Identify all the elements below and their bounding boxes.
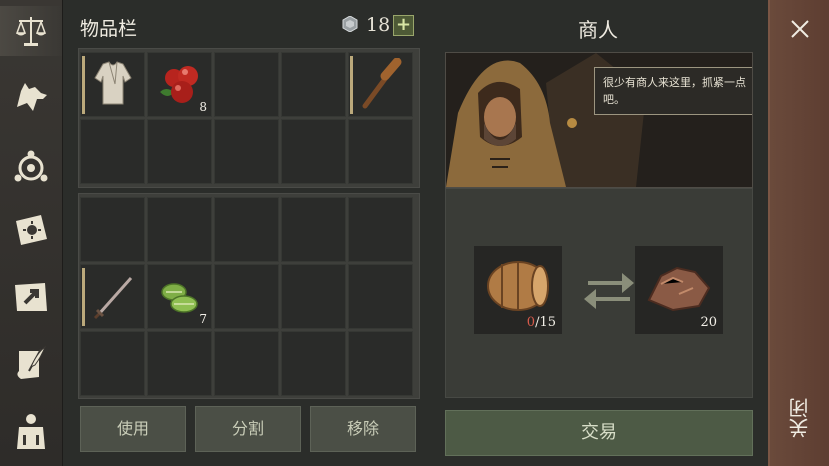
slot-empty[interactable] — [348, 331, 413, 396]
currency-count: 18 — [366, 14, 391, 36]
slot-empty[interactable] — [348, 264, 413, 329]
map-arrow-icon — [15, 283, 47, 311]
scales-icon — [15, 17, 47, 46]
slot-empty[interactable] — [281, 264, 346, 329]
slot-empty[interactable] — [281, 119, 346, 184]
nav-quests[interactable] — [6, 340, 56, 390]
split-button[interactable]: 分割 — [195, 406, 301, 452]
slot-empty[interactable] — [214, 264, 279, 329]
trade-area: 0/15 20 — [445, 188, 753, 398]
wolf-icon — [17, 83, 47, 111]
rarity-bar — [82, 268, 85, 326]
close-icon[interactable] — [789, 18, 811, 40]
nav-character[interactable] — [6, 406, 56, 456]
item-count: 8 — [199, 100, 207, 114]
swap-arrows-icon — [584, 273, 634, 309]
barrel-icon — [487, 261, 549, 311]
slot-empty[interactable] — [214, 331, 279, 396]
slot-empty[interactable] — [80, 119, 145, 184]
slot-empty[interactable] — [348, 119, 413, 184]
slot-empty[interactable] — [147, 197, 212, 262]
receive-count: 20 — [700, 315, 717, 330]
nav-creatures[interactable] — [6, 72, 56, 122]
club-icon — [362, 58, 402, 109]
armor-icon — [17, 414, 45, 449]
slot-apples[interactable]: 8 — [147, 52, 212, 117]
give-need: /15 — [535, 315, 556, 330]
inventory-title: 物品栏 — [80, 18, 138, 40]
compass-icon — [14, 150, 48, 182]
apples-icon — [160, 66, 198, 103]
nav-journal[interactable] — [6, 206, 56, 256]
nav-trade[interactable] — [0, 6, 62, 56]
nav-map[interactable] — [6, 272, 56, 322]
sun-book-icon — [16, 215, 47, 245]
inventory-grid-top: 8 — [80, 52, 416, 184]
nav-skills[interactable] — [6, 142, 56, 192]
give-count: 0/15 — [527, 315, 556, 330]
slot-empty[interactable] — [348, 197, 413, 262]
use-button[interactable]: 使用 — [80, 406, 186, 452]
remove-button[interactable]: 移除 — [310, 406, 416, 452]
merchant-speech: 很少有商人来这里，抓紧一点吧。 — [594, 67, 752, 115]
slot-empty[interactable] — [281, 197, 346, 262]
cabbage-icon — [161, 283, 198, 313]
close-sidebar[interactable]: 关闭 — [768, 0, 829, 466]
merchant-portrait: 很少有商人来这里，抓紧一点吧。 — [445, 52, 753, 188]
shirt-icon — [94, 61, 132, 105]
slot-empty[interactable] — [80, 331, 145, 396]
slot-empty[interactable] — [214, 119, 279, 184]
slot-empty[interactable] — [80, 197, 145, 262]
copper-ore-icon — [647, 266, 711, 312]
inventory-panel: 物品栏 18 + 8 7 使用 分割 移除 — [70, 0, 430, 466]
close-label[interactable]: 关闭 — [785, 398, 813, 438]
inventory-grid-bottom: 7 — [80, 197, 416, 396]
gem-icon — [342, 16, 358, 32]
slot-empty[interactable] — [147, 119, 212, 184]
give-have: 0 — [526, 315, 536, 330]
merchant-title: 商人 — [578, 18, 618, 42]
category-sidebar — [0, 0, 63, 466]
slot-empty[interactable] — [147, 331, 212, 396]
add-currency-button[interactable]: + — [393, 15, 414, 36]
rarity-bar — [82, 56, 85, 114]
slot-club[interactable] — [348, 52, 413, 117]
slot-cabbage[interactable]: 7 — [147, 264, 212, 329]
rarity-bar — [350, 56, 353, 114]
slot-sword[interactable] — [80, 264, 145, 329]
trade-button[interactable]: 交易 — [445, 410, 753, 456]
merchant-panel: 商人 很少有商人来这里，抓紧一点吧。 0/15 20 交易 — [437, 0, 759, 466]
slot-empty[interactable] — [214, 52, 279, 117]
slot-shirt[interactable] — [80, 52, 145, 117]
scroll-quill-icon — [17, 345, 47, 379]
slot-empty[interactable] — [281, 52, 346, 117]
trade-receive-slot[interactable]: 20 — [635, 246, 723, 334]
sword-icon — [93, 277, 133, 320]
trade-give-slot[interactable]: 0/15 — [474, 246, 562, 334]
slot-empty[interactable] — [281, 331, 346, 396]
slot-empty[interactable] — [214, 197, 279, 262]
item-count: 7 — [199, 312, 207, 326]
